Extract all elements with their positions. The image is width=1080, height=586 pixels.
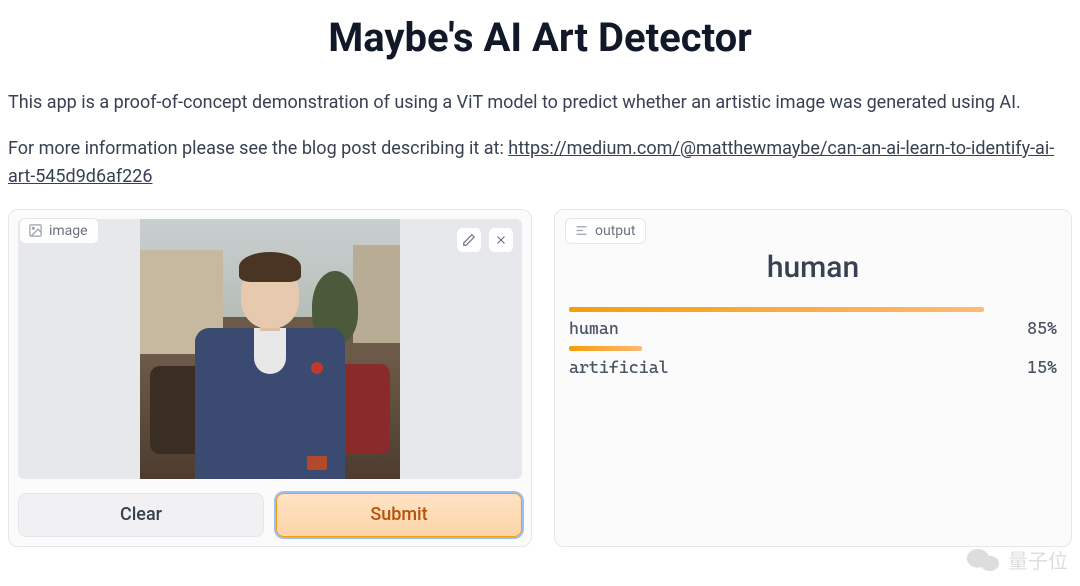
output-chip-label: output bbox=[595, 223, 635, 239]
watermark-text: 量子位 bbox=[1008, 545, 1068, 574]
top-prediction: human bbox=[569, 250, 1057, 285]
panels: image bbox=[8, 209, 1072, 547]
result-percent: 15% bbox=[1027, 357, 1057, 377]
remove-image-button[interactable] bbox=[488, 227, 514, 253]
image-chip: image bbox=[19, 218, 99, 244]
uploaded-image bbox=[140, 219, 400, 479]
image-chip-label: image bbox=[49, 223, 88, 239]
edit-image-button[interactable] bbox=[456, 227, 482, 253]
page-title: Maybe's AI Art Detector bbox=[8, 14, 1072, 61]
close-icon bbox=[494, 233, 508, 247]
result-bar bbox=[569, 307, 1057, 312]
intro-line-2-prefix: For more information please see the blog… bbox=[8, 138, 508, 159]
wechat-icon bbox=[966, 546, 1000, 574]
output-icon bbox=[574, 223, 589, 238]
output-chip: output bbox=[565, 218, 646, 244]
intro-line-1: This app is a proof-of-concept demonstra… bbox=[8, 89, 1072, 117]
result-label: artificial bbox=[569, 357, 669, 377]
image-icon bbox=[28, 223, 43, 238]
result-row: artificial 15% bbox=[569, 346, 1057, 377]
result-label: human bbox=[569, 318, 619, 338]
result-percent: 85% bbox=[1027, 318, 1057, 338]
image-preview[interactable] bbox=[18, 219, 522, 479]
results-list: human 85% artificial 15% bbox=[569, 307, 1057, 377]
button-row: Clear Submit bbox=[18, 493, 522, 537]
image-tools bbox=[456, 227, 514, 253]
result-bar bbox=[569, 346, 1057, 351]
clear-button[interactable]: Clear bbox=[18, 493, 264, 537]
intro-line-2: For more information please see the blog… bbox=[8, 135, 1072, 191]
image-input-panel: image bbox=[8, 209, 532, 547]
pencil-icon bbox=[462, 233, 476, 247]
watermark: 量子位 bbox=[966, 545, 1068, 574]
output-panel: output human human 85% artificial 15% bbox=[554, 209, 1072, 547]
submit-button[interactable]: Submit bbox=[276, 493, 522, 537]
result-row: human 85% bbox=[569, 307, 1057, 338]
